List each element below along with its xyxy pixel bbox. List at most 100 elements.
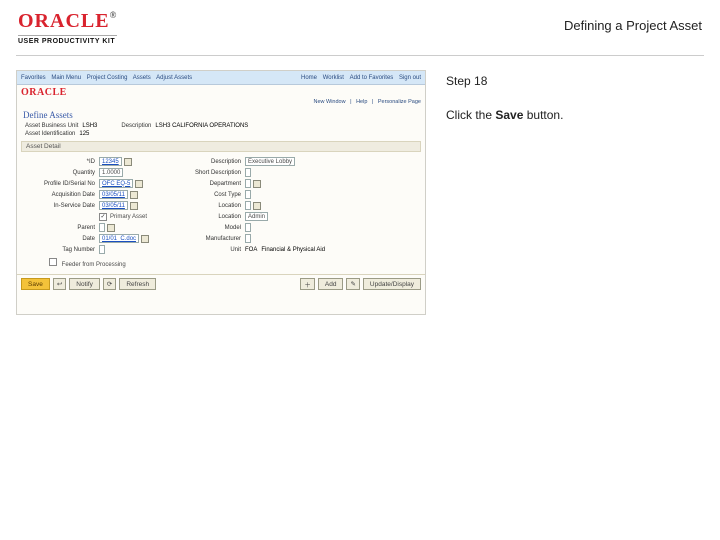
feeder-checkbox[interactable] (49, 258, 57, 266)
model-input[interactable] (245, 223, 251, 232)
link-home[interactable]: Home (301, 75, 317, 81)
aid-label: Asset Identification (25, 131, 75, 137)
desc-label: Description (121, 123, 151, 129)
lookup-icon[interactable] (124, 158, 132, 166)
manu-label: Manufacturer (173, 236, 241, 242)
add-button[interactable]: Add (318, 278, 344, 290)
notify-button[interactable]: Notify (69, 278, 100, 290)
acq-label: Acquisition Date (23, 192, 95, 198)
doc-title: Defining a Project Asset (564, 10, 702, 33)
aid-value: 125 (79, 131, 89, 137)
section-asset-detail: Asset Detail (21, 141, 421, 152)
sdesc-label: Short Description (173, 170, 241, 176)
feeder-label: Feeder from Processing (62, 262, 126, 268)
crumb-main-menu[interactable]: Main Menu (51, 75, 81, 81)
desc2-label: Description (173, 159, 241, 165)
app-topbar: Favorites Main Menu Project Costing Asse… (17, 71, 425, 85)
update-display-button[interactable]: Update/Display (363, 278, 421, 290)
date-label: Date (23, 236, 95, 242)
model-label: Model (173, 225, 241, 231)
content-row: Favorites Main Menu Project Costing Asse… (0, 70, 720, 315)
cost-input[interactable] (245, 190, 251, 199)
mini-oracle-logo: ORACLE (21, 87, 67, 98)
calendar-icon[interactable] (130, 191, 138, 199)
svc-label: In-Service Date (23, 203, 95, 209)
doc-header: ORACLE® USER PRODUCTIVITY KIT Defining a… (0, 0, 720, 49)
step-text-before: Click the (446, 108, 495, 122)
link-new-window[interactable]: New Window (313, 99, 345, 105)
update-icon[interactable]: ✎ (346, 278, 359, 290)
link-add-favorites[interactable]: Add to Favorites (350, 75, 394, 81)
quantity-label: Quantity (23, 170, 95, 176)
parent-input[interactable] (99, 223, 105, 232)
breadcrumb: Favorites Main Menu Project Costing Asse… (21, 75, 196, 81)
bu-label: Asset Business Unit (25, 123, 78, 129)
desc-value: LSH3 CALIFORNIA OPERATIONS (155, 123, 248, 129)
primary-asset-checkbox[interactable]: ✓ (99, 213, 107, 221)
link-worklist[interactable]: Worklist (323, 75, 344, 81)
sdesc-input[interactable] (245, 168, 251, 177)
loc2-label: Location (173, 214, 241, 220)
lookup-icon[interactable] (135, 180, 143, 188)
manu-input[interactable] (245, 234, 251, 243)
bu-value: LSH3 (82, 123, 97, 129)
id-input[interactable]: 12345 (99, 157, 122, 166)
extra-check-row: Feeder from Processing (17, 258, 425, 268)
acq-input[interactable]: 03/05/11 (99, 190, 128, 199)
refresh-button[interactable]: Refresh (119, 278, 156, 290)
form-grid: *ID 12345 Description Executive Lobby Qu… (17, 154, 425, 258)
bottom-bar: Save ↩ Notify ⟳ Refresh ＋ Add ✎ Update/D… (17, 274, 425, 293)
crumb-favorites[interactable]: Favorites (21, 75, 46, 81)
parent-label: Parent (23, 225, 95, 231)
calendar-icon[interactable] (141, 235, 149, 243)
crumb-assets[interactable]: Assets (133, 75, 151, 81)
link-sign-out[interactable]: Sign out (399, 75, 421, 81)
topbar-right: Home Worklist Add to Favorites Sign out (297, 75, 421, 81)
step-text: Click the Save button. (446, 108, 696, 122)
prof-input[interactable]: OFC EQ-5 (99, 179, 133, 188)
page-title: Define Assets (17, 107, 425, 123)
oracle-logo: ORACLE® (18, 10, 117, 33)
prof-label: Profile ID/Serial No (23, 181, 95, 187)
svc-input[interactable]: 03/05/11 (99, 201, 128, 210)
unit-value: FOA (245, 247, 257, 253)
link-help[interactable]: Help (356, 99, 367, 105)
crumb-adjust-assets[interactable]: Adjust Assets (156, 75, 192, 81)
loc-input[interactable] (245, 201, 251, 210)
date-input[interactable]: 01/01_C.doc (99, 234, 139, 243)
step-text-after: button. (523, 108, 563, 122)
primary-asset-text: Primary Asset (110, 214, 147, 220)
step-text-bold: Save (495, 108, 523, 122)
unit-label: Unit (173, 247, 241, 253)
info-line-1: Asset Business Unit LSH3 Description LSH… (17, 123, 425, 131)
loc-label: Location (173, 203, 241, 209)
step-label: Step 18 (446, 74, 696, 88)
save-button[interactable]: Save (21, 278, 50, 290)
instructions-panel: Step 18 Click the Save button. (438, 70, 704, 315)
id-label: *ID (23, 159, 95, 165)
return-icon[interactable]: ↩ (53, 278, 66, 290)
refresh-icon[interactable]: ⟳ (103, 278, 116, 290)
lookup-icon[interactable] (253, 180, 261, 188)
app-subnav: New Window | Help | Personalize Page (17, 98, 425, 107)
loc2-input[interactable]: Admin (245, 212, 268, 221)
app-screenshot: Favorites Main Menu Project Costing Asse… (16, 70, 426, 315)
brand-subtitle: USER PRODUCTIVITY KIT (18, 35, 117, 45)
tag-label: Tag Number (23, 247, 95, 253)
lookup-icon[interactable] (107, 224, 115, 232)
crumb-project-costing[interactable]: Project Costing (87, 75, 128, 81)
desc2-input[interactable]: Executive Lobby (245, 157, 295, 166)
cost-label: Cost Type (173, 192, 241, 198)
quantity-input[interactable]: 1.0000 (99, 168, 123, 177)
link-personalize[interactable]: Personalize Page (378, 99, 421, 105)
dept-label: Department (173, 181, 241, 187)
tag-input[interactable] (99, 245, 105, 254)
lookup-icon[interactable] (253, 202, 261, 210)
unit-desc: Financial & Physical Aid (261, 247, 325, 253)
app-brand-row: ORACLE (17, 85, 425, 98)
calendar-icon[interactable] (130, 202, 138, 210)
add-icon[interactable]: ＋ (300, 278, 315, 290)
header-divider (16, 55, 704, 56)
dept-input[interactable] (245, 179, 251, 188)
info-line-2: Asset Identification 125 (17, 131, 425, 139)
